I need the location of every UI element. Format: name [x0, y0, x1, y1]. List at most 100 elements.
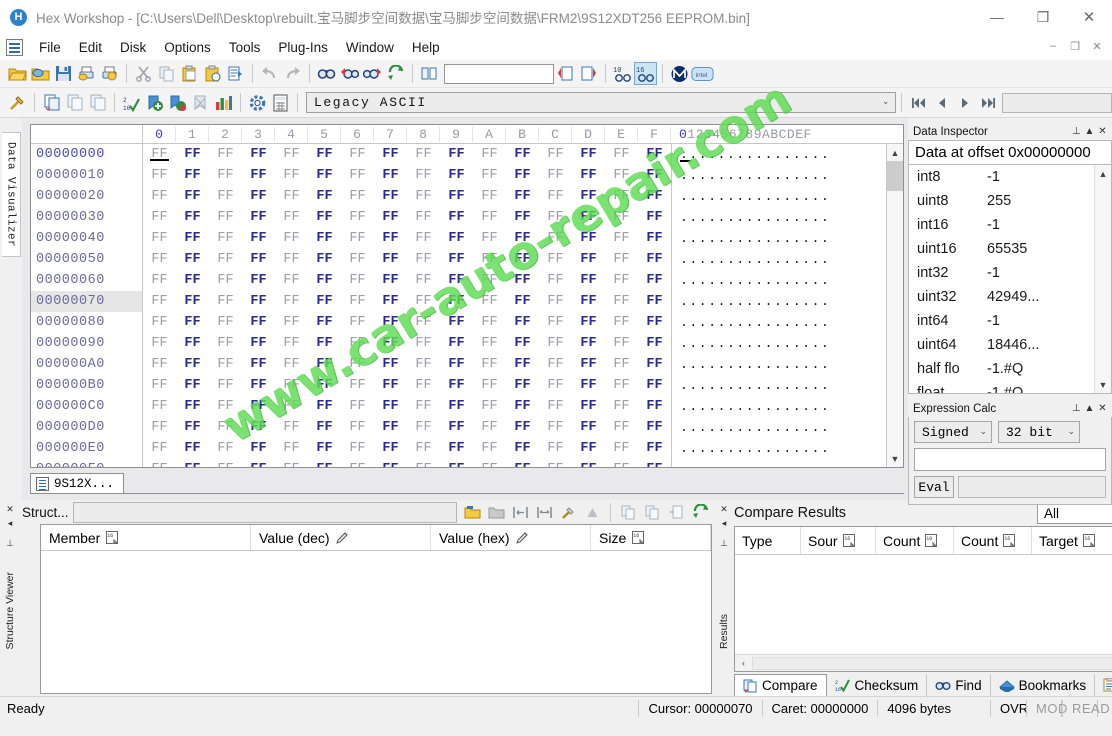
pin-icon[interactable]: ⊥: [1070, 126, 1083, 137]
hex-byte[interactable]: FF: [605, 420, 638, 435]
menu-item-file[interactable]: File: [30, 37, 70, 58]
open-struct-icon[interactable]: [461, 501, 484, 524]
find-next-icon[interactable]: [361, 62, 384, 85]
hex-byte[interactable]: FF: [440, 273, 473, 288]
hex-row[interactable]: 00000040 FF FF FF FF FF FF FF FF FF FF FF FF FF FF FF FF…: [31, 228, 886, 249]
hex-byte[interactable]: FF: [143, 441, 176, 456]
hex-byte[interactable]: FF: [308, 231, 341, 246]
hex-byte[interactable]: FF: [506, 168, 539, 183]
hex-row[interactable]: 00000090 FF FF FF FF FF FF FF FF FF FF FF FF FF FF FF FF…: [31, 333, 886, 354]
hex-byte[interactable]: FF: [638, 378, 671, 393]
hex-byte[interactable]: FF: [506, 147, 539, 162]
hex-row-bytes[interactable]: FFFFFFFFFFFFFFFFFFFFFFFFFFFFFFFF: [143, 399, 671, 414]
hex-byte[interactable]: FF: [605, 147, 638, 162]
up-icon[interactable]: [581, 501, 604, 524]
hex-byte[interactable]: FF: [143, 147, 176, 162]
chart-icon[interactable]: [212, 91, 235, 114]
data-inspector-row[interactable]: uint32 42949...: [909, 285, 1094, 309]
hex-byte[interactable]: FF: [308, 441, 341, 456]
hex-row-ascii[interactable]: ................: [671, 165, 886, 186]
hex-byte[interactable]: FF: [572, 168, 605, 183]
tab-bookmarks[interactable]: Bookmarks: [991, 674, 1096, 696]
hex-byte[interactable]: FF: [638, 294, 671, 309]
hex-byte[interactable]: FF: [308, 294, 341, 309]
hex-byte[interactable]: FF: [209, 210, 242, 225]
hex-byte[interactable]: FF: [242, 252, 275, 267]
export-icon[interactable]: [224, 62, 247, 85]
open-icon[interactable]: [6, 62, 29, 85]
hex-byte[interactable]: FF: [605, 294, 638, 309]
close-icon[interactable]: ✕: [1096, 126, 1109, 137]
hex-byte[interactable]: FF: [440, 462, 473, 467]
hex-byte[interactable]: FF: [374, 252, 407, 267]
hex-byte[interactable]: FF: [143, 294, 176, 309]
hex-row[interactable]: 00000050 FF FF FF FF FF FF FF FF FF FF FF FF FF FF FF FF…: [31, 249, 886, 270]
hex-byte[interactable]: FF: [275, 336, 308, 351]
hex-byte[interactable]: FF: [440, 210, 473, 225]
bookmark-prev-icon[interactable]: [554, 62, 577, 85]
data-inspector-scrollbar[interactable]: ▲ ▼: [1094, 165, 1111, 393]
hex-byte[interactable]: FF: [572, 147, 605, 162]
hex-byte[interactable]: FF: [143, 189, 176, 204]
compare-column-header[interactable]: Type: [735, 527, 801, 554]
hex-byte[interactable]: FF: [209, 231, 242, 246]
hex-byte[interactable]: FF: [539, 168, 572, 183]
hex-byte[interactable]: FF: [341, 399, 374, 414]
hex-byte[interactable]: FF: [506, 231, 539, 246]
hex-byte[interactable]: FF: [572, 189, 605, 204]
hex-byte[interactable]: FF: [605, 462, 638, 467]
collapse-icon[interactable]: ◂: [8, 518, 13, 529]
hex-byte[interactable]: FF: [374, 273, 407, 288]
data-inspector-row[interactable]: int32 -1: [909, 261, 1094, 285]
base-16-icon[interactable]: 16: [634, 62, 657, 85]
maximize-button[interactable]: ❐: [1020, 0, 1066, 34]
document-tab-9s12x[interactable]: 9S12X...: [30, 473, 125, 494]
hex-row[interactable]: 00000000 FF FF FF FF FF FF FF FF FF FF FF FF FF FF FF FF…: [31, 144, 886, 165]
collapse-icon[interactable]: ▲: [1083, 403, 1096, 414]
hex-byte[interactable]: FF: [539, 315, 572, 330]
hex-byte[interactable]: FF: [374, 189, 407, 204]
hex-byte[interactable]: FF: [638, 147, 671, 162]
hex-byte[interactable]: FF: [539, 462, 572, 467]
print-icon[interactable]: [75, 62, 98, 85]
collapse-icon[interactable]: ▲: [1083, 126, 1096, 137]
hex-byte[interactable]: FF: [440, 336, 473, 351]
hex-byte[interactable]: FF: [374, 147, 407, 162]
hex-byte[interactable]: FF: [275, 441, 308, 456]
hex-byte[interactable]: FF: [341, 378, 374, 393]
copy-icon[interactable]: [617, 501, 640, 524]
hex-byte[interactable]: FF: [341, 294, 374, 309]
sign-select[interactable]: Signed ⌄: [914, 421, 992, 443]
hex-byte[interactable]: FF: [209, 357, 242, 372]
new-struct-icon[interactable]: [485, 501, 508, 524]
tab-compare[interactable]: Compare: [734, 674, 827, 696]
redo-icon[interactable]: [281, 62, 304, 85]
data-inspector-row[interactable]: uint16 65535: [909, 237, 1094, 261]
copy-icon[interactable]: [155, 62, 178, 85]
hex-byte[interactable]: FF: [473, 399, 506, 414]
hex-byte[interactable]: FF: [176, 189, 209, 204]
structure-column-header[interactable]: Size 16: [591, 525, 711, 550]
hex-byte[interactable]: FF: [209, 462, 242, 467]
hex-byte[interactable]: FF: [605, 252, 638, 267]
menu-item-window[interactable]: Window: [337, 37, 403, 58]
menu-item-edit[interactable]: Edit: [70, 37, 111, 58]
hex-byte[interactable]: FF: [638, 336, 671, 351]
hex-byte[interactable]: FF: [572, 231, 605, 246]
hex-byte[interactable]: FF: [341, 252, 374, 267]
hex-byte[interactable]: FF: [440, 147, 473, 162]
data-inspector-row[interactable]: int8 -1: [909, 165, 1094, 189]
hex-row-bytes[interactable]: FFFFFFFFFFFFFFFFFFFFFFFFFFFFFFFF: [143, 210, 671, 225]
hex-byte[interactable]: FF: [308, 378, 341, 393]
hex-byte[interactable]: FF: [374, 231, 407, 246]
hex-row[interactable]: 000000B0 FF FF FF FF FF FF FF FF FF FF FF FF FF FF FF FF…: [31, 375, 886, 396]
hex-byte[interactable]: FF: [407, 189, 440, 204]
hex-byte[interactable]: FF: [605, 168, 638, 183]
hex-byte[interactable]: FF: [638, 357, 671, 372]
data-inspector-row[interactable]: uint8 255: [909, 189, 1094, 213]
mdi-close-button[interactable]: ✕: [1086, 36, 1108, 56]
hex-byte[interactable]: FF: [308, 315, 341, 330]
hex-row-bytes[interactable]: FFFFFFFFFFFFFFFFFFFFFFFFFFFFFFFF: [143, 378, 671, 393]
hex-byte[interactable]: FF: [506, 378, 539, 393]
hex-byte[interactable]: FF: [605, 336, 638, 351]
